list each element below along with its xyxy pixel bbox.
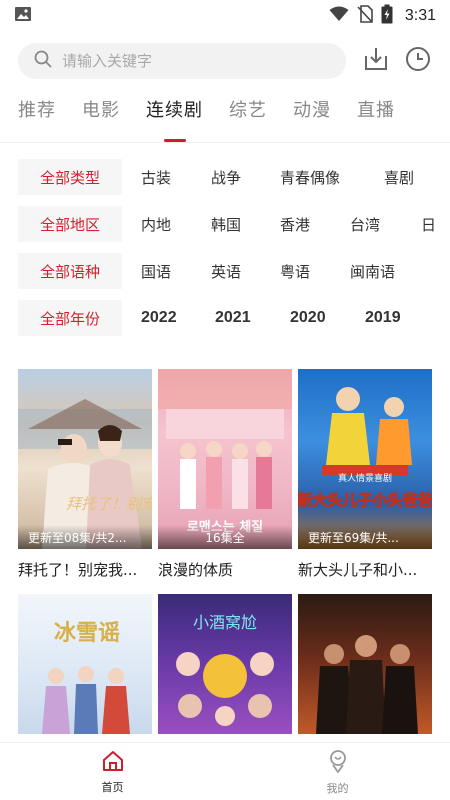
clock-time: 3:31 xyxy=(404,7,436,24)
tab-anime[interactable]: 动漫 xyxy=(293,96,331,132)
tab-movies[interactable]: 电影 xyxy=(82,96,120,132)
filter-option[interactable]: 闽南语 xyxy=(350,261,420,282)
filter-option[interactable]: 2019 xyxy=(365,309,415,327)
series-title[interactable]: 浪漫的体质 xyxy=(158,559,292,580)
bottom-nav: 首页 我的 xyxy=(0,742,450,800)
series-grid: 拜托了！别宠我 更新至08集/共2... 拜托了！别宠我... 로맨스는 체질 … xyxy=(18,369,434,734)
tab-series[interactable]: 连续剧 xyxy=(146,96,203,132)
filter-row-year: 全部年份 2022 2021 2020 2019 xyxy=(18,300,450,336)
series-card[interactable]: 冰雪谣 xyxy=(18,594,152,734)
series-card[interactable]: 로맨스는 체질 16集全 浪漫的体质 xyxy=(158,369,292,580)
filter-year-options: 2022 2021 2020 2019 xyxy=(141,309,415,327)
search-input[interactable] xyxy=(62,52,312,70)
nav-home[interactable]: 首页 xyxy=(0,743,225,800)
series-poster[interactable]: 真人情景喜剧 新大头儿子小头爸爸 更新至69集/共... xyxy=(298,369,432,549)
category-tabs: 推荐 电影 连续剧 综艺 动漫 直播 xyxy=(18,96,395,132)
filter-option[interactable]: 战争 xyxy=(211,167,280,188)
battery-icon xyxy=(381,4,393,28)
image-notification-icon xyxy=(14,6,32,26)
nav-home-label: 首页 xyxy=(101,781,124,794)
filter-genre-options: 古装 战争 青春偶像 喜剧 xyxy=(141,167,434,188)
filter-region-options: 内地 韩国 香港 台湾 日 xyxy=(141,214,450,235)
filter-language-all[interactable]: 全部语种 xyxy=(18,253,122,289)
no-sim-icon xyxy=(357,5,373,27)
search-icon xyxy=(34,50,52,72)
history-button[interactable] xyxy=(404,47,432,75)
filter-option[interactable]: 喜剧 xyxy=(384,167,434,188)
filter-option[interactable]: 古装 xyxy=(141,167,211,188)
filter-option[interactable]: 2020 xyxy=(290,309,365,327)
filter-row-language: 全部语种 国语 英语 粤语 闽南语 xyxy=(18,253,450,289)
download-icon xyxy=(363,46,389,76)
tab-variety[interactable]: 综艺 xyxy=(229,96,267,132)
series-card[interactable]: 小酒窝尬 xyxy=(158,594,292,734)
filter-language-options: 国语 英语 粤语 闽南语 xyxy=(141,261,420,282)
poster-tagline-art: 真人情景喜剧 xyxy=(338,472,392,484)
search-row xyxy=(18,42,438,80)
series-poster[interactable] xyxy=(298,594,432,734)
filter-year-all[interactable]: 全部年份 xyxy=(18,300,122,336)
filter-option[interactable]: 日 xyxy=(421,214,450,235)
poster-title-art: 小酒窝尬 xyxy=(193,613,257,632)
nav-profile[interactable]: 我的 xyxy=(225,743,450,800)
episode-caption: 16集全 xyxy=(158,525,292,549)
filter-option[interactable]: 国语 xyxy=(141,261,211,282)
filter-option[interactable]: 内地 xyxy=(141,214,211,235)
series-poster[interactable]: 小酒窝尬 xyxy=(158,594,292,734)
home-icon xyxy=(101,750,125,776)
poster-title-art: 新大头儿子小头爸爸 xyxy=(298,491,432,509)
poster-title-art: 拜托了！别宠我 xyxy=(66,495,152,513)
filter-option[interactable]: 2022 xyxy=(141,309,215,327)
tab-live[interactable]: 直播 xyxy=(357,96,395,132)
series-poster[interactable]: 拜托了！别宠我 更新至08集/共2... xyxy=(18,369,152,549)
series-title[interactable]: 拜托了！别宠我... xyxy=(18,559,152,580)
filter-option[interactable]: 粤语 xyxy=(280,261,350,282)
series-card[interactable]: 拜托了！别宠我 更新至08集/共2... 拜托了！别宠我... xyxy=(18,369,152,580)
filter-option[interactable]: 2021 xyxy=(215,309,290,327)
filter-option[interactable]: 香港 xyxy=(280,214,350,235)
episode-caption: 更新至08集/共2... xyxy=(18,525,152,549)
search-box[interactable] xyxy=(18,43,346,79)
filter-option[interactable]: 台湾 xyxy=(350,214,421,235)
series-title[interactable]: 新大头儿子和小... xyxy=(298,559,432,580)
download-button[interactable] xyxy=(362,47,390,75)
clock-icon xyxy=(405,46,431,76)
series-poster[interactable]: 冰雪谣 xyxy=(18,594,152,734)
status-bar: 3:31 xyxy=(0,0,450,32)
filter-panel: 全部类型 古装 战争 青春偶像 喜剧 全部地区 内地 韩国 香港 台湾 日 全部… xyxy=(18,159,450,347)
tabs-divider xyxy=(0,142,450,143)
profile-icon xyxy=(326,749,350,777)
filter-option[interactable]: 英语 xyxy=(211,261,280,282)
filter-region-all[interactable]: 全部地区 xyxy=(18,206,122,242)
nav-profile-label: 我的 xyxy=(326,782,349,795)
series-poster[interactable]: 로맨스는 체질 16集全 xyxy=(158,369,292,549)
filter-genre-all[interactable]: 全部类型 xyxy=(18,159,122,195)
filter-option[interactable]: 青春偶像 xyxy=(280,167,384,188)
episode-caption: 更新至69集/共... xyxy=(298,525,432,549)
filter-row-region: 全部地区 内地 韩国 香港 台湾 日 xyxy=(18,206,450,242)
series-card[interactable]: 真人情景喜剧 新大头儿子小头爸爸 更新至69集/共... 新大头儿子和小... xyxy=(298,369,432,580)
series-card[interactable] xyxy=(298,594,432,734)
tab-recommend[interactable]: 推荐 xyxy=(18,96,56,132)
poster-title-art: 冰雪谣 xyxy=(54,620,120,646)
filter-row-genre: 全部类型 古装 战争 青春偶像 喜剧 xyxy=(18,159,450,195)
filter-option[interactable]: 韩国 xyxy=(211,214,280,235)
wifi-icon xyxy=(329,6,349,26)
